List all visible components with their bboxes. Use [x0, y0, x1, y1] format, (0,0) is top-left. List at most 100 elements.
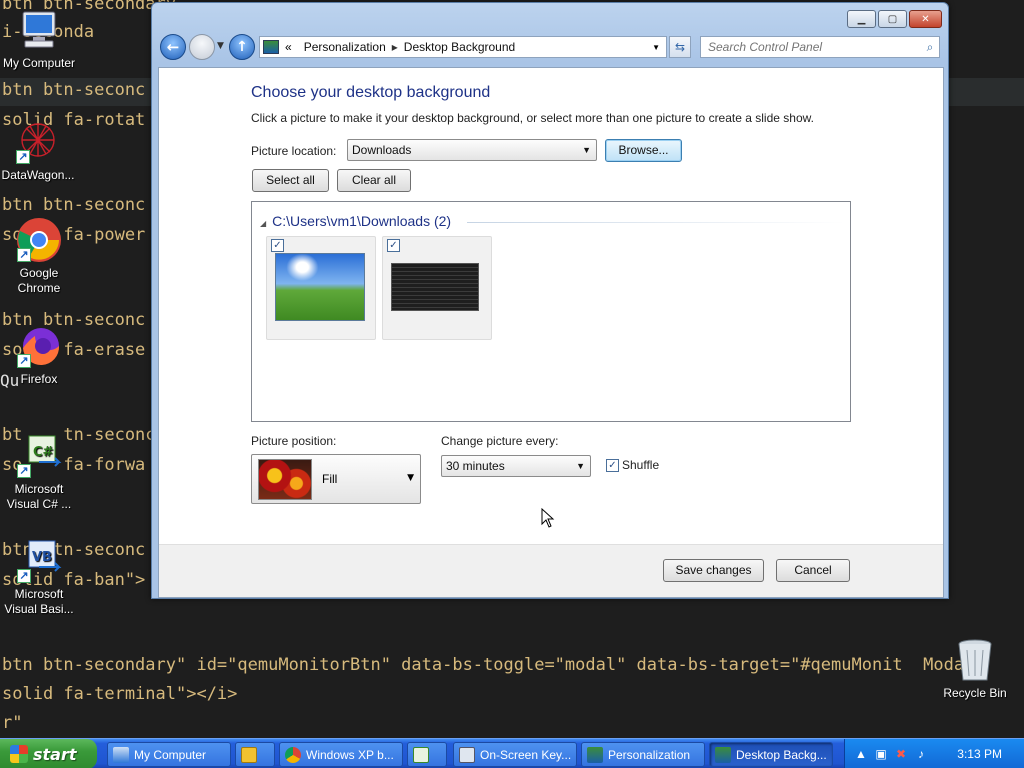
- code-line: solid fa-terminal"></i>: [2, 684, 238, 704]
- breadcrumb-overflow[interactable]: «: [285, 40, 292, 54]
- desktop-icon-label: Recycle Bin: [943, 686, 1007, 700]
- chrome-icon: ↗: [15, 216, 63, 264]
- computer-icon: [15, 6, 63, 54]
- code-line: btn btn-secondary" id="qemuMonitorBtn" d…: [2, 655, 965, 675]
- picture-location-select[interactable]: Downloads ▼: [347, 139, 597, 161]
- bliss-thumbnail: [275, 253, 365, 321]
- control-panel-icon: [715, 746, 731, 763]
- media-player-icon: [241, 746, 257, 763]
- shortcut-arrow-icon: ↗: [17, 248, 31, 262]
- taskbar: start My Computer Windows XP b... On-Scr…: [0, 738, 1024, 768]
- visual-csharp-icon: [413, 746, 429, 763]
- desktop-icon-label: Visual C# ...: [6, 497, 72, 511]
- address-dropdown-icon[interactable]: ▼: [652, 43, 660, 52]
- forward-button[interactable]: [189, 34, 215, 60]
- start-button[interactable]: start: [0, 739, 97, 768]
- up-button[interactable]: ↑: [229, 34, 255, 60]
- breadcrumb-separator[interactable]: ▸: [392, 40, 398, 54]
- taskbar-item-visual-csharp[interactable]: [407, 742, 447, 767]
- desktop-icon-label: Visual Basi...: [4, 602, 74, 616]
- taskbar-item-on-screen-keyboard[interactable]: On-Screen Key...: [453, 742, 577, 767]
- search-icon[interactable]: ⌕: [921, 40, 939, 55]
- picture-checkbox[interactable]: ✓: [387, 239, 400, 252]
- dropdown-arrow-icon: ▼: [407, 473, 414, 483]
- breadcrumb-personalization[interactable]: Personalization: [304, 40, 386, 54]
- back-button[interactable]: ←: [160, 34, 186, 60]
- windows-flag-icon: [10, 745, 28, 763]
- svg-text:VB: VB: [32, 550, 52, 565]
- desktop-icon-visual-basic[interactable]: VB ↗ Microsoft Visual Basi...: [0, 537, 81, 617]
- volume-icon[interactable]: ♪: [913, 746, 929, 762]
- network-icon[interactable]: ▣: [873, 746, 889, 762]
- datawagon-icon: ↗: [14, 118, 62, 166]
- dialog-footer: Save changes Cancel: [159, 544, 943, 597]
- cancel-button[interactable]: Cancel: [776, 559, 850, 582]
- select-all-button[interactable]: Select all: [252, 169, 329, 192]
- desktop-icon-label: Microsoft: [14, 587, 64, 601]
- picture-location-label: Picture location:: [251, 144, 337, 158]
- page-title: Choose your desktop background: [251, 84, 491, 101]
- picture-tile[interactable]: ✓: [266, 236, 376, 340]
- wallpaper-text-fragment: Qu: [0, 371, 20, 390]
- chrome-icon: [285, 746, 301, 763]
- dropdown-arrow-icon: ▼: [582, 145, 591, 155]
- save-changes-button[interactable]: Save changes: [663, 559, 764, 582]
- desktop-icon-google-chrome[interactable]: ↗ Google Chrome: [0, 216, 81, 296]
- change-picture-interval-select[interactable]: 30 minutes ▼: [441, 455, 591, 477]
- firefox-icon: ↗: [15, 322, 63, 370]
- recent-pages-dropdown[interactable]: ▼: [217, 41, 224, 51]
- mouse-cursor-icon: [541, 508, 555, 528]
- keyboard-icon: [459, 746, 475, 763]
- picture-gallery[interactable]: ◢ C:\Users\vm1\Downloads (2) ✓ ✓: [251, 201, 851, 422]
- search-box[interactable]: ⌕: [700, 36, 940, 58]
- desktop-icon-label: Microsoft: [14, 482, 64, 496]
- code-line: btn btn-seconc: [2, 80, 146, 100]
- shuffle-label[interactable]: Shuffle: [622, 458, 659, 472]
- picture-position-value: Fill: [322, 472, 338, 486]
- shortcut-arrow-icon: ↗: [16, 150, 30, 164]
- change-interval-value: 30 minutes: [446, 459, 505, 473]
- taskbar-item-personalization[interactable]: Personalization: [581, 742, 705, 767]
- desktop-icon-recycle-bin[interactable]: Recycle Bin: [933, 636, 1017, 701]
- control-panel-icon: [587, 746, 603, 763]
- svg-text:C#: C#: [33, 445, 54, 460]
- dropdown-arrow-icon: ▼: [576, 461, 585, 471]
- clear-all-button[interactable]: Clear all: [337, 169, 411, 192]
- browse-button[interactable]: Browse...: [605, 139, 682, 162]
- recycle-bin-icon: [951, 636, 999, 684]
- picture-checkbox[interactable]: ✓: [271, 239, 284, 252]
- position-preview-image: [258, 459, 312, 500]
- desktop-icon-label: Google: [19, 266, 59, 280]
- picture-tile[interactable]: ✓: [382, 236, 492, 340]
- security-alert-icon[interactable]: ✖: [893, 746, 909, 762]
- window-controls: ▁ ▢ ✕: [847, 10, 942, 28]
- maximize-button[interactable]: ▢: [878, 10, 907, 28]
- taskbar-item-desktop-background[interactable]: Desktop Backg...: [709, 742, 833, 767]
- change-picture-label: Change picture every:: [441, 434, 559, 448]
- picture-position-label: Picture position:: [251, 434, 337, 448]
- picture-location-value: Downloads: [352, 143, 412, 157]
- minimize-button[interactable]: ▁: [847, 10, 876, 28]
- shuffle-checkbox[interactable]: ✓: [606, 459, 619, 472]
- desktop-icon-label: DataWagon...: [1, 168, 75, 182]
- desktop-icon-visual-csharp[interactable]: C# ↗ Microsoft Visual C# ...: [0, 432, 81, 512]
- taskbar-item-my-computer[interactable]: My Computer: [107, 742, 231, 767]
- breadcrumb-desktop-background[interactable]: Desktop Background: [404, 40, 515, 54]
- computer-icon: [113, 746, 129, 763]
- taskbar-item-windows-xp[interactable]: Windows XP b...: [279, 742, 403, 767]
- collapse-triangle-icon[interactable]: ◢: [260, 219, 266, 228]
- show-hidden-icons-icon[interactable]: ▲: [853, 746, 869, 762]
- address-bar[interactable]: « Personalization ▸ Desktop Background ▼: [259, 36, 667, 58]
- taskbar-item-media[interactable]: [235, 742, 275, 767]
- visual-csharp-icon: C# ↗: [15, 432, 63, 480]
- control-panel-icon: [263, 40, 279, 54]
- folder-group-header[interactable]: ◢ C:\Users\vm1\Downloads (2): [260, 213, 451, 229]
- desktop-icon-datawagon[interactable]: ↗ DataWagon...: [0, 118, 80, 183]
- clock[interactable]: 3:13 PM: [957, 747, 1002, 761]
- search-input[interactable]: [701, 40, 921, 54]
- refresh-button[interactable]: ⇆: [669, 36, 691, 58]
- shortcut-arrow-icon: ↗: [17, 354, 31, 368]
- picture-position-select[interactable]: Fill ▼: [251, 454, 421, 504]
- close-button[interactable]: ✕: [909, 10, 942, 28]
- desktop-icon-my-computer[interactable]: My Computer: [0, 6, 81, 71]
